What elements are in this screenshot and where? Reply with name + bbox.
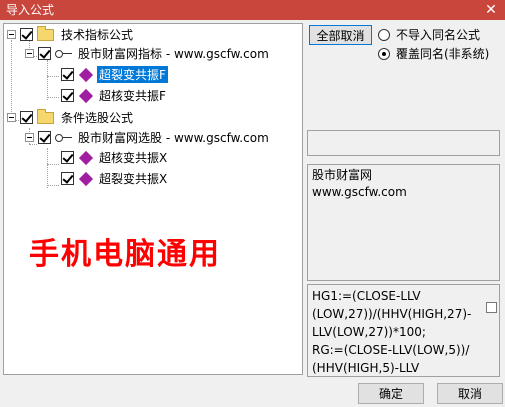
cancel-all-button[interactable]: 全部取消 bbox=[309, 25, 372, 45]
tree-checkbox[interactable] bbox=[38, 47, 51, 60]
tree-checkbox[interactable] bbox=[61, 172, 74, 185]
key-icon bbox=[55, 48, 73, 60]
close-icon[interactable]: ✕ bbox=[477, 0, 505, 20]
tree-node-label: 超核变共振X bbox=[99, 151, 168, 165]
radio-overwrite-label: 覆盖同名(非系统) bbox=[396, 47, 490, 61]
tree-node-gscfw-indicator[interactable]: 股市财富网指标 - www.gscfw.com bbox=[25, 44, 271, 63]
formula-tree[interactable]: 技术指标公式 股市财富网指标 - www.gscfw.com 超裂变共振F 超核… bbox=[3, 23, 303, 375]
tree-node-label: 超裂变共振X bbox=[99, 172, 168, 186]
description-line-2: www.gscfw.com bbox=[312, 185, 407, 199]
formula-diamond-icon bbox=[78, 88, 94, 103]
formula-line: LLV(LOW,27))*100; bbox=[312, 325, 426, 339]
tree-node-formula[interactable]: 超裂变共振F bbox=[61, 65, 168, 84]
folder-icon bbox=[37, 25, 54, 41]
collapse-icon[interactable] bbox=[7, 113, 16, 122]
formula-diamond-icon bbox=[78, 67, 94, 82]
formula-line: RG:=(CLOSE-LLV(LOW,5))/ bbox=[312, 343, 470, 357]
watermark-text: 手机电脑通用 bbox=[29, 237, 221, 272]
cancel-button[interactable]: 取消 bbox=[437, 383, 503, 404]
tree-checkbox[interactable] bbox=[38, 131, 51, 144]
tree-node-stock-selection[interactable]: 条件选股公式 bbox=[7, 108, 135, 127]
tree-node-label: 条件选股公式 bbox=[61, 111, 134, 125]
formula-diamond-icon bbox=[78, 150, 94, 165]
formula-preview-checkbox[interactable] bbox=[486, 302, 497, 313]
empty-status-panel bbox=[307, 130, 500, 156]
tree-node-label: 技术指标公式 bbox=[61, 28, 134, 42]
formula-diamond-icon bbox=[78, 171, 94, 186]
tree-node-tech-indicators[interactable]: 技术指标公式 bbox=[7, 25, 135, 44]
radio-overwrite-icon[interactable] bbox=[378, 47, 390, 60]
tree-checkbox[interactable] bbox=[61, 89, 74, 102]
formula-line: (HHV(HIGH,5)-LLV bbox=[312, 361, 420, 375]
window-title: 导入公式 bbox=[6, 3, 55, 17]
tree-checkbox[interactable] bbox=[61, 68, 74, 81]
collapse-icon[interactable] bbox=[7, 30, 16, 39]
radio-no-import-icon[interactable] bbox=[378, 28, 390, 41]
radio-no-import-label: 不导入同名公式 bbox=[396, 28, 481, 42]
tree-node-label: 股市财富网指标 - www.gscfw.com bbox=[78, 47, 269, 61]
formula-line: HG1:=(CLOSE-LLV bbox=[312, 289, 421, 303]
tree-node-label: 股市财富网选股 - www.gscfw.com bbox=[78, 131, 269, 145]
formula-preview-panel: HG1:=(CLOSE-LLV (LOW,27))/(HHV(HIGH,27)-… bbox=[307, 284, 500, 377]
ok-button[interactable]: 确定 bbox=[358, 383, 424, 404]
tree-node-gscfw-selection[interactable]: 股市财富网选股 - www.gscfw.com bbox=[25, 128, 271, 147]
collapse-icon[interactable] bbox=[25, 133, 34, 142]
tree-checkbox[interactable] bbox=[20, 28, 33, 41]
import-formula-dialog: 导入公式 ✕ 技术指标公式 股市财富网指标 - www.gscfw.com 超裂… bbox=[0, 0, 505, 407]
tree-checkbox[interactable] bbox=[61, 151, 74, 164]
collapse-icon[interactable] bbox=[25, 49, 34, 58]
description-line-1: 股市财富网 bbox=[312, 168, 373, 182]
tree-node-label-selected: 超裂变共振F bbox=[97, 66, 168, 83]
tree-node-formula[interactable]: 超核变共振X bbox=[61, 148, 169, 167]
title-bar: 导入公式 ✕ bbox=[0, 0, 505, 20]
tree-node-formula[interactable]: 超裂变共振X bbox=[61, 169, 169, 188]
formula-line: (LOW,27))/(HHV(HIGH,27)- bbox=[312, 307, 472, 321]
tree-checkbox[interactable] bbox=[20, 111, 33, 124]
tree-node-formula[interactable]: 超核变共振F bbox=[61, 86, 168, 105]
folder-icon bbox=[37, 108, 54, 124]
tree-node-label: 超核变共振F bbox=[99, 89, 166, 103]
description-panel: 股市财富网 www.gscfw.com bbox=[307, 164, 500, 281]
radio-no-import[interactable]: 不导入同名公式 bbox=[378, 26, 480, 43]
radio-overwrite[interactable]: 覆盖同名(非系统) bbox=[378, 45, 489, 62]
key-icon bbox=[55, 132, 73, 144]
